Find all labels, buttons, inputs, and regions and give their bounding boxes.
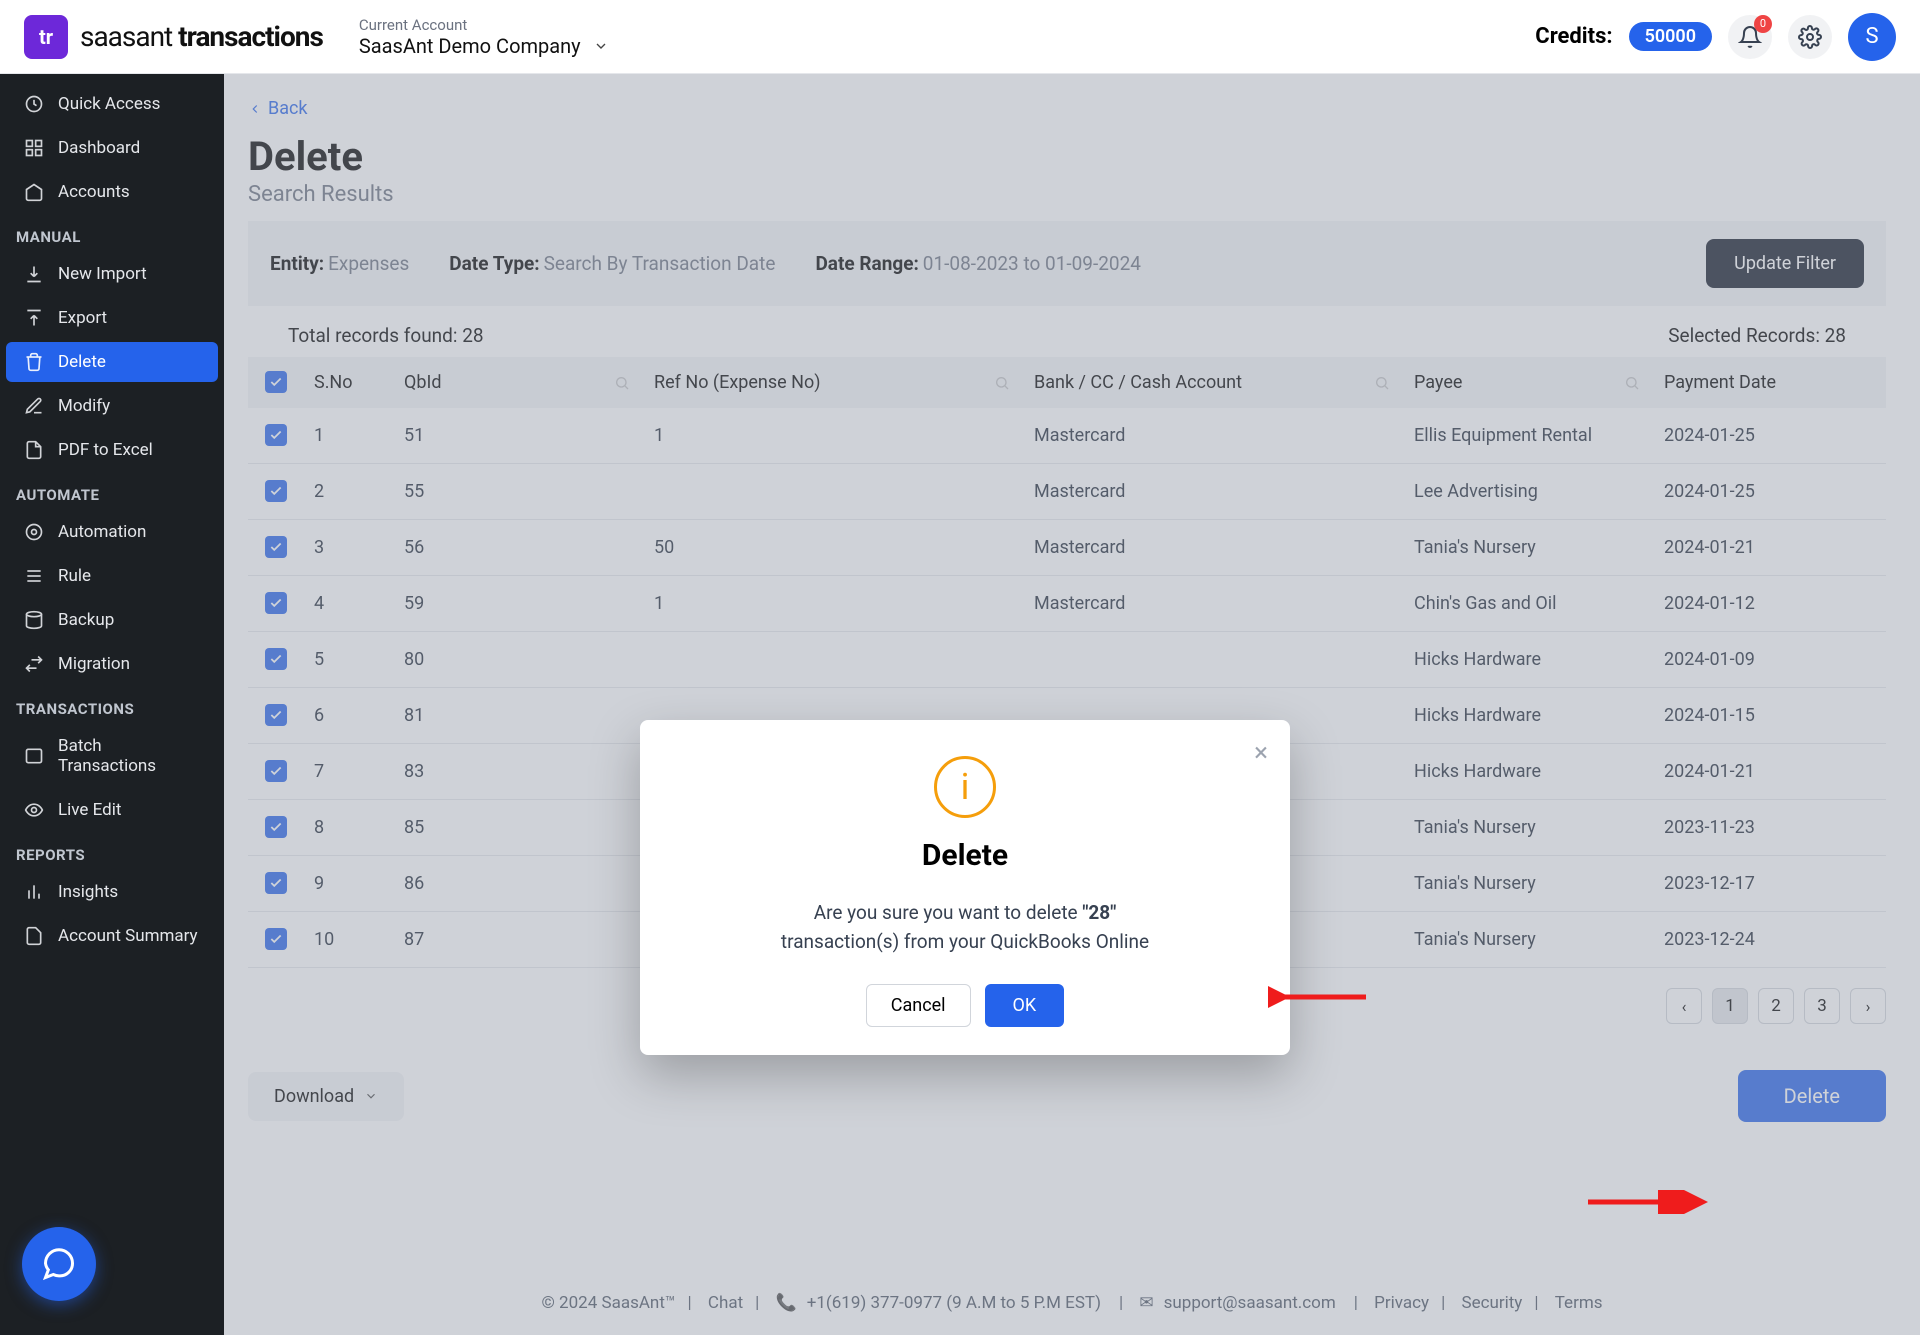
sidebar-item-label: Quick Access [58,94,160,114]
company-name: SaasAnt Demo Company [359,34,581,58]
sidebar-item-label: Account Summary [58,926,198,946]
sidebar-item-insights[interactable]: Insights [6,872,218,912]
modal-cancel-button[interactable]: Cancel [866,984,971,1027]
sidebar-section-transactions: TRANSACTIONS [0,686,224,724]
sidebar-item-label: Export [58,308,107,328]
sidebar-item-dashboard[interactable]: Dashboard [6,128,218,168]
brand-name-light: saasant [80,20,172,53]
sidebar-item-label: Insights [58,882,118,902]
brand-name: saasant transactions [80,20,323,53]
modal-close-button[interactable]: × [1254,738,1268,768]
sidebar-item-delete[interactable]: Delete [6,342,218,382]
sidebar-item-quick-access[interactable]: Quick Access [6,84,218,124]
sidebar-item-pdf-excel[interactable]: PDF to Excel [6,430,218,470]
sidebar-item-accounts[interactable]: Accounts [6,172,218,212]
sidebar-item-label: Live Edit [58,800,121,820]
annotation-arrow-ok [1268,985,1368,1009]
sidebar-item-label: Accounts [58,182,130,202]
modal-ok-button[interactable]: OK [985,984,1065,1027]
sidebar-item-rule[interactable]: Rule [6,556,218,596]
current-account-label: Current Account [359,16,609,34]
modal-overlay [224,74,1920,1335]
brand-name-bold: transactions [178,20,323,53]
annotation-arrow-delete [1586,1190,1710,1214]
sidebar-section-automate: AUTOMATE [0,472,224,510]
sidebar-item-migration[interactable]: Migration [6,644,218,684]
chat-widget-button[interactable] [22,1227,96,1301]
sidebar-item-account-summary[interactable]: Account Summary [6,916,218,956]
chevron-down-icon [593,38,609,54]
sidebar-item-modify[interactable]: Modify [6,386,218,426]
sidebar-item-live-edit[interactable]: Live Edit [6,790,218,830]
brand-logo: tr [24,15,68,59]
sidebar-item-automation[interactable]: Automation [6,512,218,552]
credits-value: 50000 [1629,22,1712,51]
modal-message: Are you sure you want to delete "28" tra… [668,899,1262,956]
info-icon: i [934,756,996,818]
sidebar-item-batch[interactable]: Batch Transactions [6,726,218,786]
sidebar-item-export[interactable]: Export [6,298,218,338]
sidebar-item-backup[interactable]: Backup [6,600,218,640]
sidebar-item-label: Delete [58,352,106,372]
sidebar-item-label: Migration [58,654,130,674]
confirm-delete-modal: × i Delete Are you sure you want to dele… [640,720,1290,1055]
settings-button[interactable] [1788,15,1832,59]
sidebar-item-label: Automation [58,522,146,542]
sidebar-item-label: Batch Transactions [58,736,200,776]
sidebar-item-label: PDF to Excel [58,440,153,460]
sidebar-section-manual: MANUAL [0,214,224,252]
sidebar-item-label: Modify [58,396,110,416]
sidebar-item-label: New Import [58,264,147,284]
notifications-button[interactable]: 0 [1728,15,1772,59]
sidebar-item-new-import[interactable]: New Import [6,254,218,294]
notification-badge: 0 [1754,15,1772,33]
modal-title: Delete [668,838,1262,873]
sidebar-item-label: Dashboard [58,138,140,158]
credits-label: Credits: [1535,24,1612,49]
sidebar-item-label: Rule [58,566,91,586]
sidebar: Quick Access Dashboard Accounts MANUAL N… [0,74,224,1335]
sidebar-section-reports: REPORTS [0,832,224,870]
company-selector[interactable]: SaasAnt Demo Company [359,34,609,58]
avatar[interactable]: S [1848,13,1896,61]
sidebar-item-label: Backup [58,610,114,630]
chat-icon [41,1246,77,1282]
gear-icon [1798,25,1822,49]
